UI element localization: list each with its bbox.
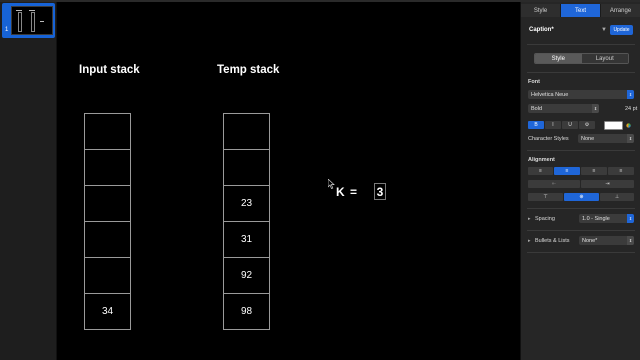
spacing-label: Spacing bbox=[535, 216, 555, 222]
slide-canvas[interactable]: Input stack Temp stack 34 23 31 92 98 K … bbox=[57, 2, 520, 360]
divider bbox=[527, 72, 635, 73]
decrease-indent-icon[interactable]: ⇤ bbox=[528, 180, 580, 188]
bullets-value: None* bbox=[582, 237, 598, 244]
temp-stack-cell[interactable] bbox=[223, 149, 270, 186]
align-middle-icon[interactable]: ⊕ bbox=[564, 193, 599, 201]
inspector-tabs: Style Text Arrange bbox=[521, 4, 640, 17]
divider bbox=[527, 44, 635, 45]
character-styles-label: Character Styles bbox=[528, 136, 569, 142]
segment-style[interactable]: Style bbox=[535, 54, 582, 63]
thumb-stack-mark bbox=[31, 12, 35, 32]
character-styles-select[interactable]: None ⇕ bbox=[578, 134, 634, 143]
input-stack-cell[interactable]: 34 bbox=[84, 293, 131, 330]
temp-stack-cell[interactable]: 92 bbox=[223, 257, 270, 294]
thumb-title-mark bbox=[16, 10, 22, 11]
divider bbox=[527, 252, 635, 253]
character-styles-value: None bbox=[581, 135, 595, 142]
spacing-value: 1.0 - Single bbox=[582, 215, 610, 222]
k-label[interactable]: K bbox=[336, 185, 345, 199]
input-stack-cell[interactable] bbox=[84, 185, 131, 222]
color-wheel-icon[interactable] bbox=[626, 121, 631, 130]
divider bbox=[527, 150, 635, 151]
temp-stack[interactable]: 23 31 92 98 bbox=[223, 113, 270, 330]
bullets-lists-label: Bullets & Lists bbox=[535, 238, 570, 244]
k-equals-sign[interactable]: = bbox=[350, 185, 357, 199]
input-stack-cell[interactable] bbox=[84, 257, 131, 294]
font-weight-select[interactable]: Bold ⇕ bbox=[528, 104, 599, 113]
align-top-icon[interactable]: ⊤ bbox=[528, 193, 563, 201]
tab-style[interactable]: Style bbox=[521, 4, 561, 17]
input-stack-cell[interactable] bbox=[84, 149, 131, 186]
format-inspector: Style Text Arrange Caption* ▼ Update Sty… bbox=[520, 2, 640, 360]
divider bbox=[527, 230, 635, 231]
paragraph-style-row: Caption* ▼ Update bbox=[521, 24, 640, 40]
temp-stack-title[interactable]: Temp stack bbox=[217, 64, 279, 76]
select-arrows-icon: ⇕ bbox=[627, 214, 634, 223]
font-weight-value: Bold bbox=[531, 105, 543, 112]
input-stack-cell[interactable] bbox=[84, 221, 131, 258]
gear-icon[interactable]: ⚙ bbox=[579, 121, 595, 129]
tab-text[interactable]: Text bbox=[561, 4, 601, 17]
temp-stack-cell[interactable]: 31 bbox=[223, 221, 270, 258]
thumb-title-mark bbox=[29, 10, 35, 11]
bullets-disclosure-icon[interactable]: ▸ bbox=[528, 238, 531, 244]
underline-button[interactable]: U bbox=[562, 121, 578, 129]
align-bottom-icon[interactable]: ⊥ bbox=[600, 193, 634, 201]
thumb-stack-mark bbox=[18, 12, 22, 32]
bullets-select[interactable]: None* ⇕ bbox=[579, 236, 634, 245]
input-stack-cell[interactable] bbox=[84, 113, 131, 150]
input-stack[interactable]: 34 bbox=[84, 113, 131, 330]
temp-stack-cell[interactable]: 23 bbox=[223, 185, 270, 222]
select-arrows-icon: ⇕ bbox=[627, 90, 634, 99]
k-value-textbox[interactable]: 3 bbox=[374, 183, 386, 200]
spacing-select[interactable]: 1.0 - Single ⇕ bbox=[579, 214, 634, 223]
align-left-icon[interactable]: ≡ bbox=[528, 167, 553, 175]
italic-button[interactable]: I bbox=[545, 121, 561, 129]
font-section-label: Font bbox=[528, 79, 540, 85]
segment-layout[interactable]: Layout bbox=[581, 54, 628, 63]
style-layout-segmented-control: Style Layout bbox=[534, 53, 629, 64]
font-size-field[interactable]: 24 pt bbox=[625, 104, 640, 113]
font-family-value: Helvetica Neue bbox=[531, 91, 569, 98]
slide-navigator: 1 bbox=[0, 2, 57, 360]
slide-thumbnail-selected[interactable]: 1 bbox=[2, 3, 55, 38]
divider bbox=[527, 208, 635, 209]
mouse-pointer-icon bbox=[328, 179, 335, 189]
temp-stack-cell[interactable]: 98 bbox=[223, 293, 270, 330]
chevron-down-icon[interactable]: ▼ bbox=[601, 27, 607, 33]
alignment-section-label: Alignment bbox=[528, 157, 555, 163]
select-arrows-icon: ⇕ bbox=[627, 134, 634, 143]
slide-number: 1 bbox=[5, 27, 9, 33]
align-justify-icon[interactable]: ≡ bbox=[608, 167, 634, 175]
update-style-button[interactable]: Update bbox=[610, 25, 633, 35]
select-arrows-icon: ⇕ bbox=[592, 104, 599, 113]
paragraph-style-name[interactable]: Caption* bbox=[529, 27, 554, 33]
tab-arrange[interactable]: Arrange bbox=[601, 4, 640, 17]
align-right-icon[interactable]: ≡ bbox=[581, 167, 607, 175]
font-family-select[interactable]: Helvetica Neue ⇕ bbox=[528, 90, 634, 99]
spacing-disclosure-icon[interactable]: ▸ bbox=[528, 216, 531, 222]
text-color-well[interactable] bbox=[604, 121, 623, 130]
bold-button[interactable]: B bbox=[528, 121, 544, 129]
increase-indent-icon[interactable]: ⇥ bbox=[581, 180, 634, 188]
input-stack-title[interactable]: Input stack bbox=[79, 64, 140, 76]
slide-thumbnail-preview bbox=[11, 6, 53, 35]
keynote-window: 1 Input stack Temp stack 34 23 31 92 98 … bbox=[0, 0, 640, 360]
select-arrows-icon: ⇕ bbox=[627, 236, 634, 245]
align-center-icon[interactable]: ≡ bbox=[554, 167, 580, 175]
temp-stack-cell[interactable] bbox=[223, 113, 270, 150]
thumb-k-mark bbox=[40, 21, 44, 22]
